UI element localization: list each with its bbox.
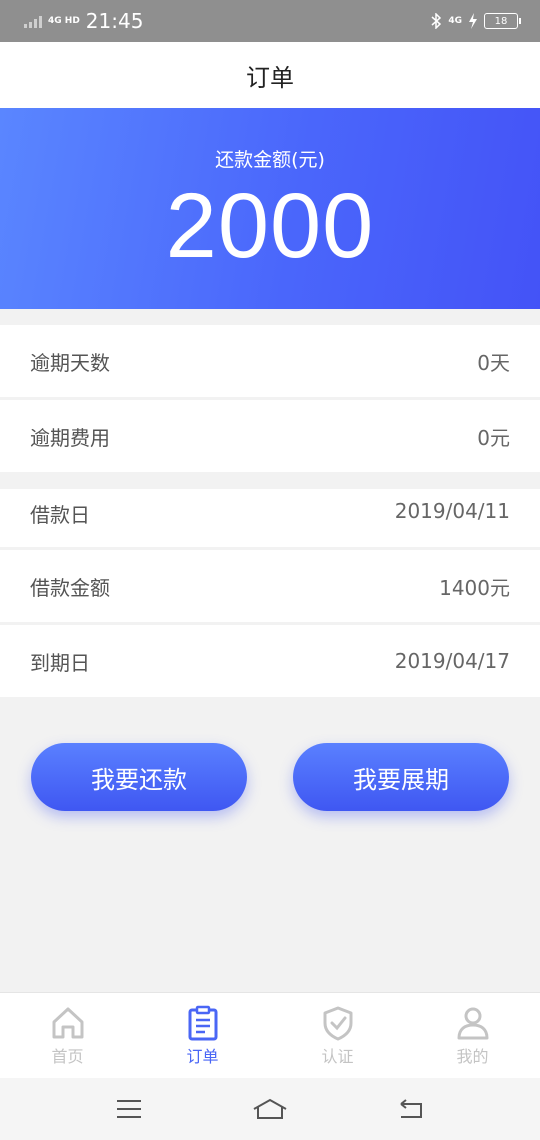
repayment-summary: 还款金额(元) 2000 xyxy=(0,108,540,309)
user-icon xyxy=(457,1007,488,1040)
charging-icon xyxy=(469,13,477,29)
page-title: 订单 xyxy=(246,63,294,92)
row-label: 逾期费用 xyxy=(30,425,110,450)
tab-mine[interactable]: 我的 xyxy=(405,993,540,1078)
tab-order[interactable]: 订单 xyxy=(135,993,270,1078)
battery-icon: 18 xyxy=(484,13,521,29)
page-header: 订单 xyxy=(0,42,540,108)
overdue-days-row: 逾期天数 0天 xyxy=(0,325,540,397)
status-bar: 4G HD 21:45 4G 18 xyxy=(0,0,540,42)
row-value: 0天 xyxy=(477,350,510,375)
bluetooth-icon xyxy=(431,13,442,29)
row-value: 1400元 xyxy=(439,575,510,600)
system-navigation-bar xyxy=(0,1078,540,1140)
row-label: 逾期天数 xyxy=(30,350,110,375)
repay-button[interactable]: 我要还款 xyxy=(31,743,247,811)
tab-label: 订单 xyxy=(186,1047,219,1066)
row-value: 2019/04/11 xyxy=(394,499,510,523)
status-time: 21:45 xyxy=(85,9,144,33)
home-icon xyxy=(52,1007,83,1039)
row-label: 借款金额 xyxy=(30,575,110,600)
row-value: 0元 xyxy=(477,425,510,450)
due-date-row: 到期日 2019/04/17 xyxy=(0,625,540,697)
back-icon[interactable] xyxy=(397,1098,425,1120)
menu-icon[interactable] xyxy=(115,1098,143,1120)
tab-label: 首页 xyxy=(51,1047,84,1066)
network-type: 4G HD xyxy=(48,15,80,26)
loan-date-row: 借款日 2019/04/11 xyxy=(0,489,540,547)
tab-home[interactable]: 首页 xyxy=(0,993,135,1078)
home-nav-icon[interactable] xyxy=(252,1097,288,1121)
tab-verify[interactable]: 认证 xyxy=(270,993,405,1078)
network-right: 4G xyxy=(448,15,462,26)
order-icon xyxy=(188,1005,217,1041)
repayment-amount: 2000 xyxy=(165,175,375,277)
extend-button[interactable]: 我要展期 xyxy=(293,743,509,811)
shield-check-icon xyxy=(323,1006,352,1041)
tab-label: 我的 xyxy=(456,1047,489,1066)
tab-label: 认证 xyxy=(321,1047,354,1066)
repayment-amount-label: 还款金额(元) xyxy=(215,149,325,171)
row-label: 到期日 xyxy=(30,650,90,675)
row-label: 借款日 xyxy=(30,503,90,527)
bottom-tab-bar: 首页 订单 认证 我的 xyxy=(0,992,540,1078)
loan-amount-row: 借款金额 1400元 xyxy=(0,550,540,622)
row-value: 2019/04/17 xyxy=(394,649,510,673)
battery-level: 18 xyxy=(494,15,508,27)
overdue-fee-row: 逾期费用 0元 xyxy=(0,400,540,472)
signal-icon xyxy=(24,14,42,28)
